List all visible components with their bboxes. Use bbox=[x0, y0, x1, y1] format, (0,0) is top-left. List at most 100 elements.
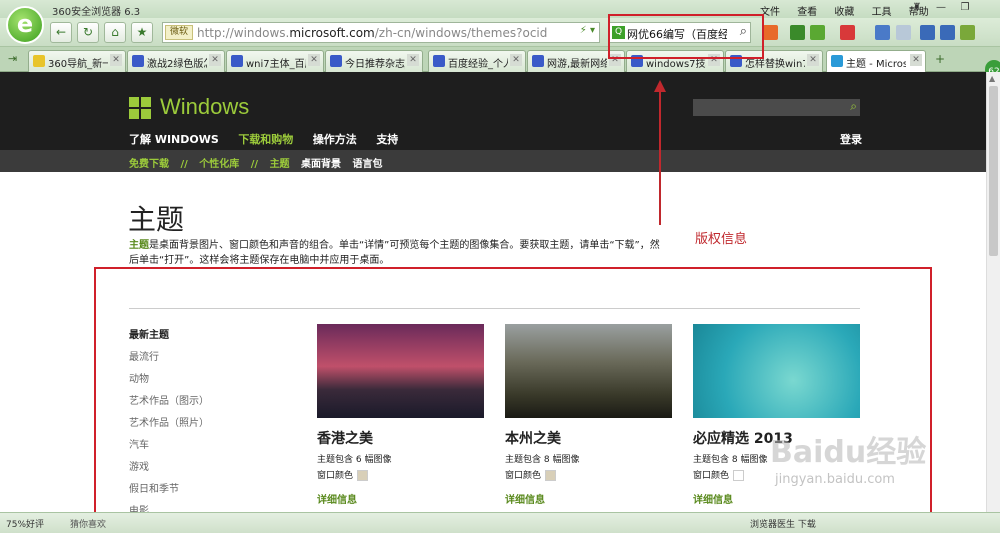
color-swatch bbox=[545, 470, 557, 481]
category-item[interactable]: 最流行 bbox=[129, 348, 209, 370]
category-item[interactable]: 假日和季节 bbox=[129, 480, 209, 502]
color-swatch bbox=[733, 470, 745, 481]
menu-tools[interactable]: 工具 bbox=[872, 7, 892, 18]
close-icon[interactable]: ✕ bbox=[910, 54, 922, 66]
close-icon[interactable]: ✕ bbox=[308, 54, 320, 66]
site-topnav: 了解 WINDOWS 下载和购物 操作方法 支持 bbox=[129, 131, 414, 147]
site-badge[interactable]: 微软 bbox=[165, 25, 193, 40]
close-icon[interactable]: ✕ bbox=[110, 54, 122, 66]
globe-icon[interactable] bbox=[940, 25, 955, 40]
theme-thumbnail[interactable] bbox=[317, 324, 484, 418]
theme-color: 窗口颜色 bbox=[317, 468, 487, 481]
maximize-button[interactable]: ❐ bbox=[953, 0, 977, 17]
refresh-button[interactable]: ↻ bbox=[77, 22, 99, 43]
subnav-themes[interactable]: 主题 bbox=[270, 159, 290, 170]
recommend-status[interactable]: 猜你喜欢 bbox=[70, 517, 106, 530]
webpage: Windows ⌕ 了解 WINDOWS 下载和购物 操作方法 支持 登录 免费… bbox=[0, 72, 986, 512]
windows-logo-icon[interactable] bbox=[129, 97, 151, 119]
tab-active[interactable]: 主题 - Microsoft✕ bbox=[826, 50, 926, 72]
note-icon[interactable] bbox=[875, 25, 890, 40]
category-item[interactable]: 艺术作品（图示） bbox=[129, 392, 209, 414]
gear-icon[interactable] bbox=[960, 25, 975, 40]
menu-favorites[interactable]: 收藏 bbox=[834, 7, 854, 18]
sidebar-toggle-icon[interactable]: ⇥ bbox=[8, 52, 17, 65]
divider bbox=[129, 308, 860, 309]
site-search-input[interactable]: ⌕ bbox=[693, 99, 860, 116]
browser-logo-icon: e bbox=[6, 6, 44, 44]
tab-favicon-icon bbox=[532, 55, 544, 67]
nav-support[interactable]: 支持 bbox=[376, 133, 398, 146]
category-item[interactable]: 动物 bbox=[129, 370, 209, 392]
subnav-free-download[interactable]: 免费下载 bbox=[129, 159, 169, 170]
nav-howto[interactable]: 操作方法 bbox=[313, 133, 357, 146]
category-item[interactable]: 最新主题 bbox=[129, 326, 209, 348]
translate-icon[interactable] bbox=[840, 25, 855, 40]
rating-status[interactable]: 75%好评 bbox=[6, 517, 44, 530]
address-bar[interactable]: 微软 http://windows.microsoft.com/zh-cn/wi… bbox=[162, 22, 600, 43]
theme-thumbnail[interactable] bbox=[693, 324, 860, 418]
shirt-icon[interactable]: ♜ bbox=[905, 0, 929, 17]
tab-favicon-icon bbox=[33, 55, 45, 67]
theme-card: 本州之美 主题包含 8 幅图像 窗口颜色 详细信息 bbox=[505, 324, 675, 506]
details-link[interactable]: 详细信息 bbox=[505, 491, 675, 506]
theme-title[interactable]: 香港之美 bbox=[317, 428, 487, 448]
page-title: 主题 bbox=[128, 203, 185, 236]
site-subnav: 免费下载 // 个性化库 // 主题 桌面背景 语言包 bbox=[0, 150, 986, 172]
vertical-scrollbar[interactable]: ▲ bbox=[986, 72, 1000, 512]
wrench-icon[interactable] bbox=[920, 25, 935, 40]
tab-1[interactable]: 360导航_新一代✕ bbox=[28, 50, 126, 72]
category-item[interactable]: 汽车 bbox=[129, 436, 209, 458]
tab-5[interactable]: 百度经验_个人 ✕ bbox=[428, 50, 526, 72]
details-link[interactable]: 详细信息 bbox=[317, 491, 487, 506]
nav-download-shop[interactable]: 下载和购物 bbox=[238, 133, 293, 146]
status-bar: 75%好评 猜你喜欢 浏览器医生 下载 bbox=[0, 512, 1000, 533]
search-icon[interactable]: ⌕ bbox=[850, 99, 857, 114]
close-icon[interactable]: ✕ bbox=[407, 54, 419, 66]
subnav-personalization[interactable]: 个性化库 bbox=[199, 159, 239, 170]
shield-icon[interactable] bbox=[810, 25, 825, 40]
theme-image-count: 主题包含 6 幅图像 bbox=[317, 455, 392, 465]
back-button[interactable]: ← bbox=[50, 22, 72, 43]
title-bar: 360安全浏览器 6.3 文件 查看 收藏 工具 帮助 ♜—❐✕ bbox=[0, 0, 1000, 30]
subnav-language[interactable]: 语言包 bbox=[353, 159, 383, 170]
play-icon[interactable] bbox=[790, 25, 805, 40]
minimize-button[interactable]: — bbox=[929, 0, 953, 17]
annotation-box-search bbox=[608, 14, 764, 59]
category-item[interactable]: 游戏 bbox=[129, 458, 209, 480]
theme-card: 香港之美 主题包含 6 幅图像 窗口颜色 详细信息 bbox=[317, 324, 487, 506]
subnav-wallpapers[interactable]: 桌面背景 bbox=[301, 159, 341, 170]
favorite-star-button[interactable]: ★ bbox=[131, 22, 153, 43]
close-icon[interactable]: ✕ bbox=[209, 54, 221, 66]
apps-icon[interactable] bbox=[763, 25, 778, 40]
page-description: 主题是桌面背景图片、窗口颜色和声音的组合。单击“详情”可预览每个主题的图像集合。… bbox=[129, 240, 660, 266]
address-url[interactable]: http://windows.microsoft.com/zh-cn/windo… bbox=[197, 26, 547, 40]
theme-title[interactable]: 本州之美 bbox=[505, 428, 675, 448]
tab-4[interactable]: 今日推荐杂志_ ✕ bbox=[325, 50, 423, 72]
annotation-arrow bbox=[654, 80, 666, 225]
tab-favicon-icon bbox=[433, 55, 445, 67]
status-tools[interactable]: 浏览器医生 下载 bbox=[750, 517, 816, 530]
tab-favicon-icon bbox=[231, 55, 243, 67]
close-icon[interactable]: ✕ bbox=[510, 54, 522, 66]
category-item[interactable]: 艺术作品（照片） bbox=[129, 414, 209, 436]
home-button[interactable]: ⌂ bbox=[104, 22, 126, 43]
subnav-sep: // bbox=[180, 159, 188, 170]
details-link[interactable]: 详细信息 bbox=[693, 491, 863, 506]
theme-thumbnail[interactable] bbox=[505, 324, 672, 418]
address-dropdown-icon[interactable]: ⚡ ▾ bbox=[580, 25, 595, 36]
tab-3[interactable]: wni7主体_百度✕ bbox=[226, 50, 324, 72]
scroll-up-icon[interactable]: ▲ bbox=[989, 74, 995, 83]
scrollbar-thumb[interactable] bbox=[989, 86, 998, 256]
tab-favicon-icon bbox=[330, 55, 342, 67]
category-item[interactable]: 电影 bbox=[129, 502, 209, 512]
login-link[interactable]: 登录 bbox=[840, 131, 862, 147]
site-brand[interactable]: Windows bbox=[160, 94, 249, 120]
menu-view[interactable]: 查看 bbox=[797, 7, 817, 18]
mail-icon[interactable] bbox=[896, 25, 911, 40]
nav-learn[interactable]: 了解 WINDOWS bbox=[129, 133, 219, 146]
tab-2[interactable]: 激战2绿色版怎 ✕ bbox=[127, 50, 225, 72]
subnav-sep: // bbox=[250, 159, 259, 170]
tab-bar: 360导航_新一代✕ 激战2绿色版怎✕ wni7主体_百度✕ 今日推荐杂志_✕ … bbox=[0, 47, 1000, 72]
new-tab-icon[interactable]: + bbox=[935, 52, 945, 66]
close-icon[interactable]: ✕ bbox=[807, 54, 819, 66]
